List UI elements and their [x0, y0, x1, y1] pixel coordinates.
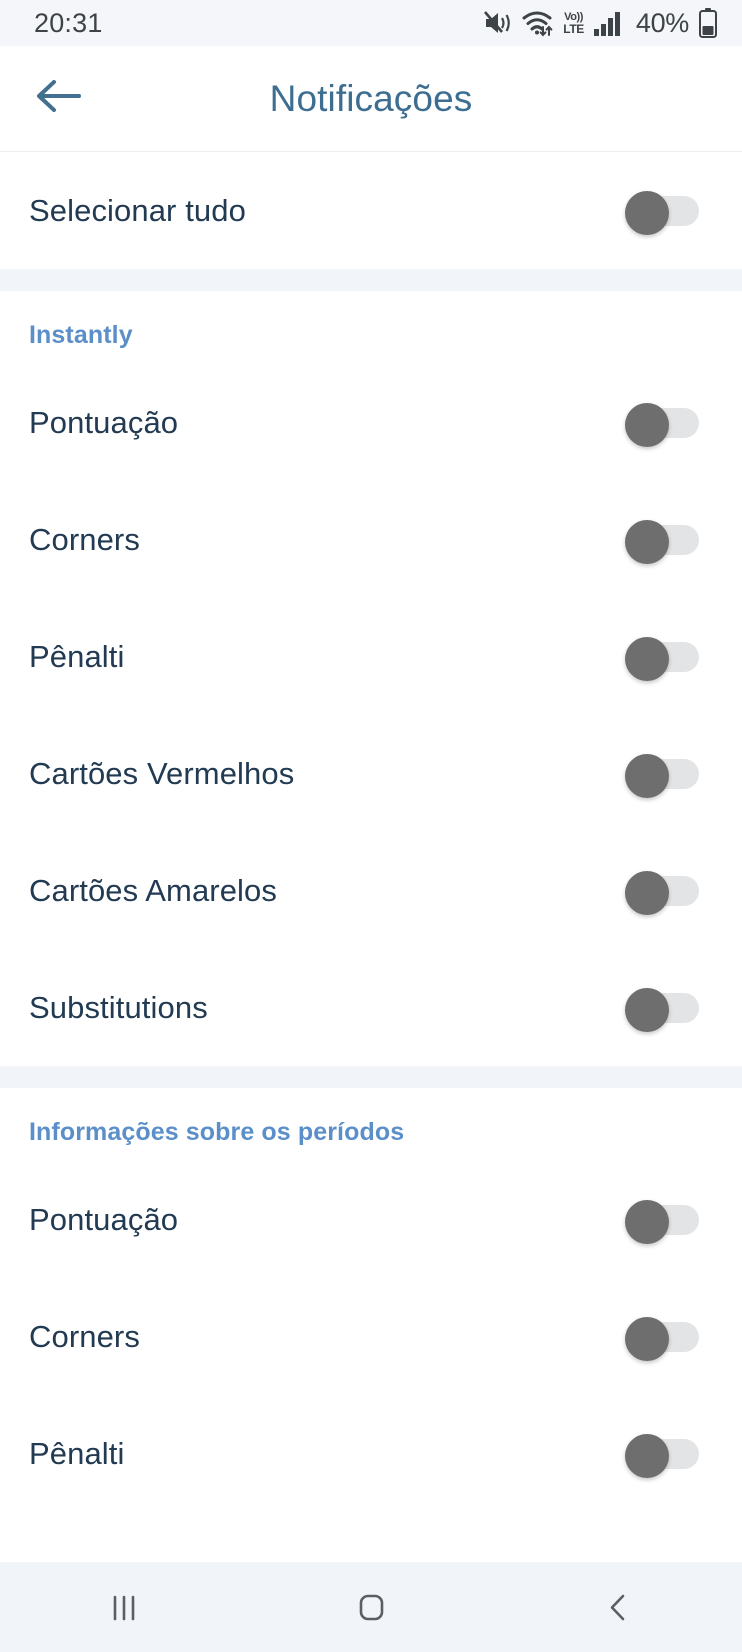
volte-bottom-label: LTE	[563, 21, 584, 36]
toggle-thumb	[625, 870, 669, 915]
page-title: Notificações	[269, 77, 473, 119]
row-label: Pontuação	[29, 1201, 179, 1237]
status-bar: 20:31 Vo)) LTE 40%	[0, 0, 742, 46]
recents-icon	[103, 1586, 145, 1628]
toggle-thumb	[625, 519, 669, 564]
row-instantly-substitutions[interactable]: Substitutions	[0, 949, 742, 1066]
volte-icon: Vo)) LTE	[563, 10, 584, 36]
row-instantly-penalti[interactable]: Pênalti	[0, 598, 742, 715]
row-periodos-corners[interactable]: Corners	[0, 1278, 742, 1395]
volte-top-label: Vo))	[564, 10, 584, 23]
status-clock: 20:31	[34, 7, 103, 38]
row-label: Substitutions	[29, 989, 208, 1025]
toggle-instantly-cartoes-vermelhos[interactable]	[625, 753, 699, 798]
wifi-icon	[522, 9, 554, 37]
toggle-instantly-pontuacao[interactable]	[625, 402, 699, 447]
row-periodos-penalti[interactable]: Pênalti	[0, 1395, 742, 1512]
toggle-thumb	[625, 402, 669, 447]
row-label: Corners	[29, 521, 140, 557]
toggle-periodos-penalti[interactable]	[625, 1433, 699, 1478]
toggle-instantly-corners[interactable]	[625, 519, 699, 564]
row-select-all[interactable]: Selecionar tudo	[0, 152, 742, 269]
row-periodos-pontuacao[interactable]: Pontuação	[0, 1161, 742, 1278]
toggle-thumb	[625, 1433, 669, 1478]
battery-percent-label: 40%	[635, 7, 689, 38]
toggle-thumb	[625, 190, 669, 235]
row-label: Cartões Vermelhos	[29, 755, 295, 791]
toggle-instantly-substitutions[interactable]	[625, 987, 699, 1032]
nav-recents-button[interactable]	[54, 1562, 194, 1652]
row-label: Selecionar tudo	[29, 192, 246, 228]
row-instantly-cartoes-amarelos[interactable]: Cartões Amarelos	[0, 832, 742, 949]
row-label: Pênalti	[29, 1435, 125, 1471]
row-instantly-pontuacao[interactable]: Pontuação	[0, 364, 742, 481]
toggle-periodos-pontuacao[interactable]	[625, 1199, 699, 1244]
section-title-instantly: Instantly	[29, 321, 133, 349]
back-icon	[597, 1586, 639, 1628]
mute-vibrate-icon	[483, 9, 513, 37]
android-nav-bar	[0, 1562, 742, 1652]
phone-screen: 20:31 Vo)) LTE 40% Notificações Selecion…	[0, 0, 742, 1652]
toggle-thumb	[625, 1199, 669, 1244]
nav-home-button[interactable]	[301, 1562, 441, 1652]
toggle-periodos-corners[interactable]	[625, 1316, 699, 1361]
section-title-periodos: Informações sobre os períodos	[29, 1118, 405, 1146]
toggle-thumb	[625, 753, 669, 798]
row-label: Pontuação	[29, 404, 179, 440]
nav-back-button[interactable]	[548, 1562, 688, 1652]
settings-list: Selecionar tudo Instantly Pontuação Corn…	[0, 152, 742, 1562]
back-arrow-icon	[33, 77, 83, 120]
signal-bars-icon	[593, 10, 625, 36]
app-header: Notificações	[0, 46, 742, 152]
section-divider	[0, 1066, 742, 1088]
toggle-instantly-cartoes-amarelos[interactable]	[625, 870, 699, 915]
row-label: Corners	[29, 1318, 140, 1354]
header-back-button[interactable]	[12, 53, 104, 145]
section-divider	[0, 269, 742, 291]
row-instantly-corners[interactable]: Corners	[0, 481, 742, 598]
row-label: Cartões Amarelos	[29, 872, 277, 908]
toggle-instantly-penalti[interactable]	[625, 636, 699, 681]
toggle-thumb	[625, 636, 669, 681]
row-label: Pênalti	[29, 638, 125, 674]
toggle-thumb	[625, 1316, 669, 1361]
toggle-thumb	[625, 987, 669, 1032]
row-instantly-cartoes-vermelhos[interactable]: Cartões Vermelhos	[0, 715, 742, 832]
battery-icon	[698, 8, 718, 38]
toggle-select-all[interactable]	[625, 190, 699, 235]
status-icon-group: Vo)) LTE 40%	[483, 8, 718, 39]
home-icon	[350, 1586, 392, 1628]
